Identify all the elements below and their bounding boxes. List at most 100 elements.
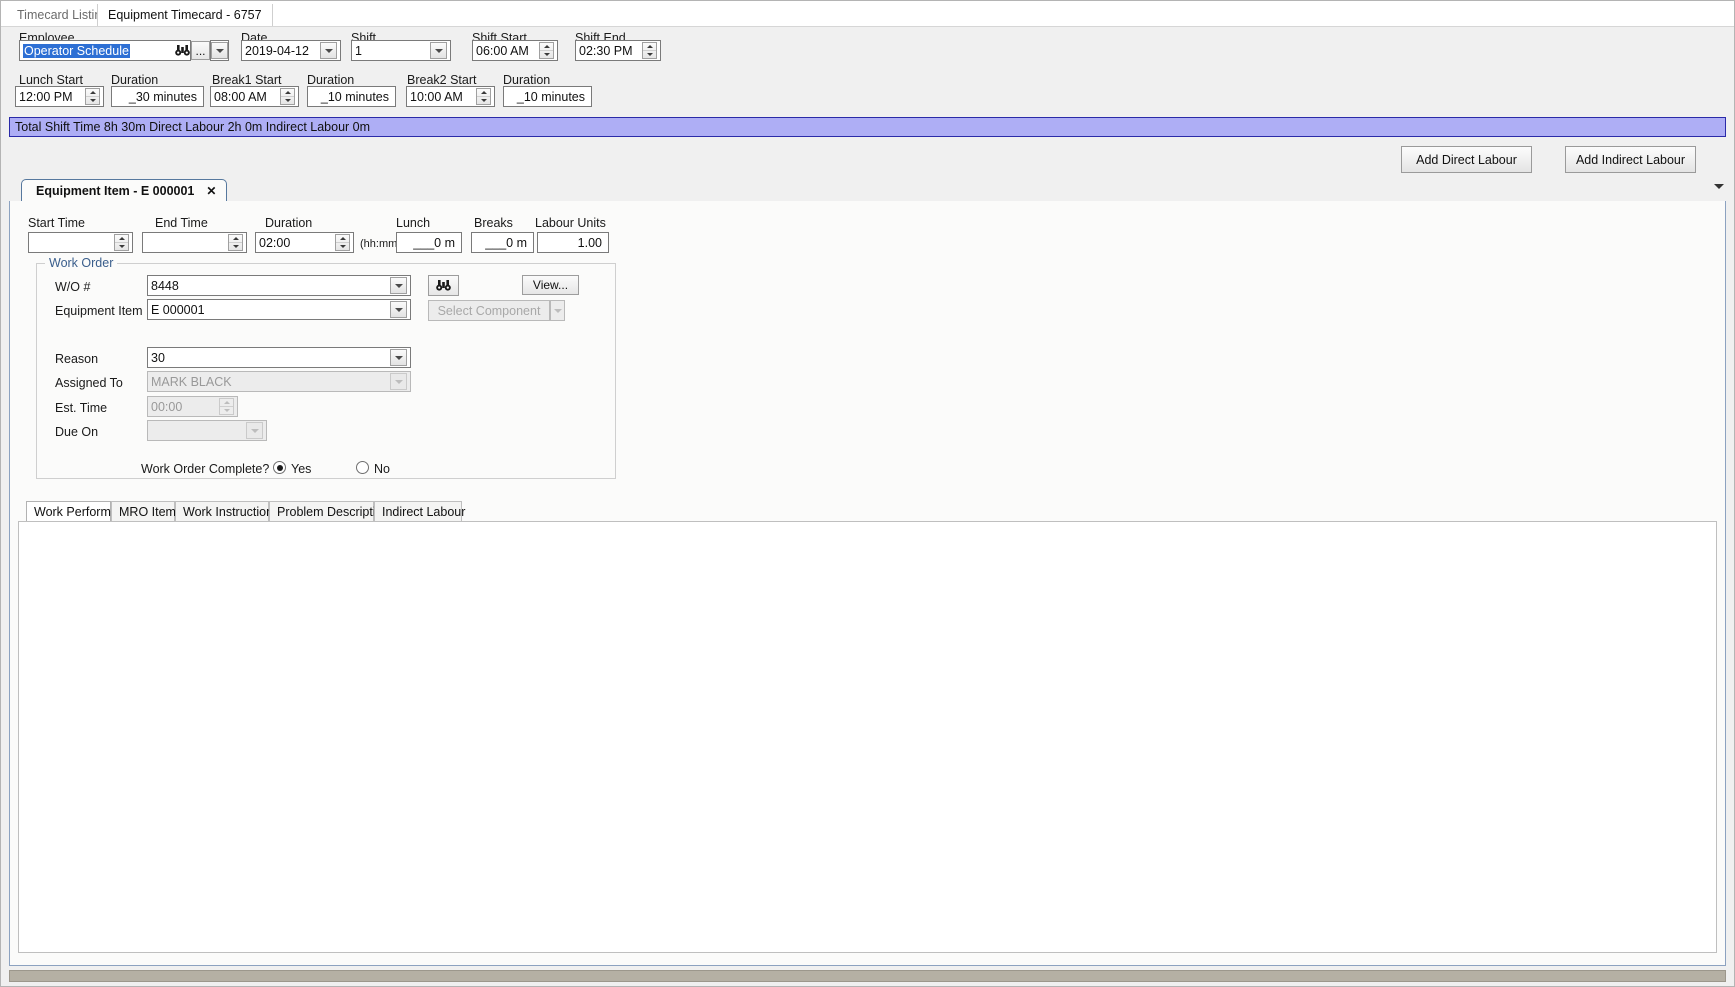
break1-duration-input[interactable]: _10 minutes [307, 86, 396, 107]
spinner-arrows-icon[interactable] [114, 234, 129, 251]
chevron-down-icon[interactable] [390, 349, 407, 366]
spinner-arrows-icon[interactable] [280, 88, 295, 105]
view-button[interactable]: View... [522, 275, 579, 295]
break2-duration-input[interactable]: _10 minutes [503, 86, 592, 107]
status-bar [9, 970, 1726, 982]
tab-work-instructions[interactable]: Work Instructions [175, 501, 279, 521]
break1-duration-value: _10 minutes [320, 89, 389, 104]
shift-combo[interactable]: 1 [351, 40, 451, 61]
date-combo[interactable]: 2019-04-12 [241, 40, 341, 61]
spinner-arrows-icon[interactable] [539, 42, 554, 59]
spinner-arrows-icon[interactable] [228, 234, 243, 251]
top-tab-strip: Timecard Listing Equipment Timecard - 67… [1, 1, 1734, 27]
binoculars-icon[interactable] [172, 41, 192, 59]
spinner-arrows-icon[interactable] [642, 42, 657, 59]
employee-input[interactable]: Operator Schedule [19, 40, 191, 61]
chevron-down-icon [246, 422, 263, 439]
spinner-arrows-icon[interactable] [476, 88, 491, 105]
chevron-down-icon[interactable] [430, 42, 447, 59]
work-order-legend: Work Order [45, 256, 118, 270]
work-order-complete-yes-radio[interactable] [273, 461, 286, 474]
shift-start-spinner[interactable]: 06:00 AM [472, 40, 558, 61]
lunch-start-spinner[interactable]: 12:00 PM [15, 86, 104, 107]
duration-format-hint: (hh:mm) [360, 238, 401, 250]
bottom-tab-strip: Work Performed MRO Items Work Instructio… [18, 501, 1717, 521]
header-form: Employee Date Shift Shift Start Shift En… [1, 27, 1734, 112]
shift-end-spinner[interactable]: 02:30 PM [575, 40, 661, 61]
end-time-spinner[interactable] [142, 232, 247, 253]
est-time-label: Est. Time [55, 401, 108, 415]
duration-value: 02:00 [259, 235, 291, 250]
add-indirect-labour-button[interactable]: Add Indirect Labour [1565, 146, 1696, 173]
chevron-down-icon[interactable] [211, 42, 228, 59]
break2-start-spinner[interactable]: 10:00 AM [406, 86, 495, 107]
assigned-to-combo: MARK BLACK [147, 371, 411, 392]
chevron-down-icon[interactable] [320, 42, 337, 59]
start-time-label: Start Time [28, 216, 85, 230]
shift-value: 1 [355, 43, 362, 58]
spinner-arrows-icon[interactable] [85, 88, 100, 105]
tab-work-performed[interactable]: Work Performed [26, 501, 125, 521]
work-order-complete-yes-label: Yes [291, 462, 312, 476]
duration-label: Duration [265, 216, 313, 230]
break1-start-label: Break1 Start [212, 73, 282, 87]
break1-start-spinner[interactable]: 08:00 AM [210, 86, 299, 107]
select-component-button[interactable]: Select Component [428, 300, 550, 321]
break1-start-value: 08:00 AM [214, 89, 267, 104]
spinner-arrows-icon [219, 398, 234, 415]
wo-number-label: W/O # [55, 280, 91, 294]
labour-detail-panel: Start Time End Time Duration Lunch Break… [9, 201, 1726, 966]
shift-start-value: 06:00 AM [476, 43, 529, 58]
tab-indirect-labour[interactable]: Indirect Labour [374, 501, 465, 521]
tab-equipment-item-label: Equipment Item - E 000001 [36, 183, 195, 198]
lunch-duration-input[interactable]: _30 minutes [111, 86, 204, 107]
breaks-label: Breaks [474, 216, 513, 230]
date-value: 2019-04-12 [245, 43, 309, 58]
work-order-complete-label: Work Order Complete? [141, 462, 270, 476]
wo-number-combo[interactable]: 8448 [147, 275, 411, 296]
spinner-arrows-icon[interactable] [335, 234, 350, 251]
add-direct-labour-button[interactable]: Add Direct Labour [1401, 146, 1532, 173]
break2-duration-value: _10 minutes [516, 89, 585, 104]
duration-spinner[interactable]: 02:00 [255, 232, 354, 253]
tab-equipment-timecard[interactable]: Equipment Timecard - 6757 [97, 4, 273, 26]
employee-ellipsis-button[interactable]: ... [191, 41, 210, 60]
breaks-input[interactable]: ___0 m [471, 232, 534, 253]
reason-combo[interactable]: 30 [147, 347, 411, 368]
labour-units-input[interactable]: 1.00 [537, 232, 609, 253]
start-time-spinner[interactable] [28, 232, 133, 253]
chevron-down-icon[interactable] [551, 304, 564, 317]
lunch-duration-value: _30 minutes [128, 89, 197, 104]
est-time-value: 00:00 [151, 399, 183, 414]
lunch-label: Lunch [396, 216, 431, 230]
due-on-label: Due On [55, 425, 99, 439]
work-order-group: Work Order W/O # 8448 View... Equipment [36, 256, 616, 479]
lunch-duration-label: Duration [111, 73, 159, 87]
assigned-to-value: MARK BLACK [151, 374, 232, 389]
tab-mro-items[interactable]: MRO Items [111, 501, 182, 521]
break1-duration-label: Duration [307, 73, 355, 87]
tab-equipment-item[interactable]: Equipment Item - E 000001 ✕ [21, 179, 228, 202]
assigned-to-label: Assigned To [55, 376, 123, 390]
breaks-value: ___0 m [485, 235, 527, 250]
lunch-input[interactable]: ___0 m [396, 232, 462, 253]
equipment-item-combo[interactable]: E 000001 [147, 299, 411, 320]
est-time-spinner: 00:00 [147, 396, 238, 417]
work-order-complete-no-radio[interactable] [356, 461, 369, 474]
wo-search-button[interactable] [428, 275, 459, 296]
tab-problem-description[interactable]: Problem Description [269, 501, 390, 521]
employee-dropdown-button[interactable] [210, 40, 229, 61]
work-performed-pane[interactable] [18, 521, 1717, 953]
shift-summary-bar: Total Shift Time 8h 30m Direct Labour 2h… [9, 117, 1726, 137]
lunch-start-label: Lunch Start [19, 73, 83, 87]
due-on-combo [147, 420, 267, 441]
chevron-down-icon[interactable] [1714, 184, 1724, 189]
break2-start-label: Break2 Start [407, 73, 477, 87]
lunch-start-value: 12:00 PM [19, 89, 73, 104]
close-icon[interactable]: ✕ [206, 184, 216, 198]
chevron-down-icon[interactable] [390, 277, 407, 294]
chevron-down-icon[interactable] [390, 301, 407, 318]
reason-value: 30 [151, 350, 165, 365]
select-component-dropdown[interactable] [550, 300, 565, 321]
equipment-item-label: Equipment Item [55, 304, 143, 318]
